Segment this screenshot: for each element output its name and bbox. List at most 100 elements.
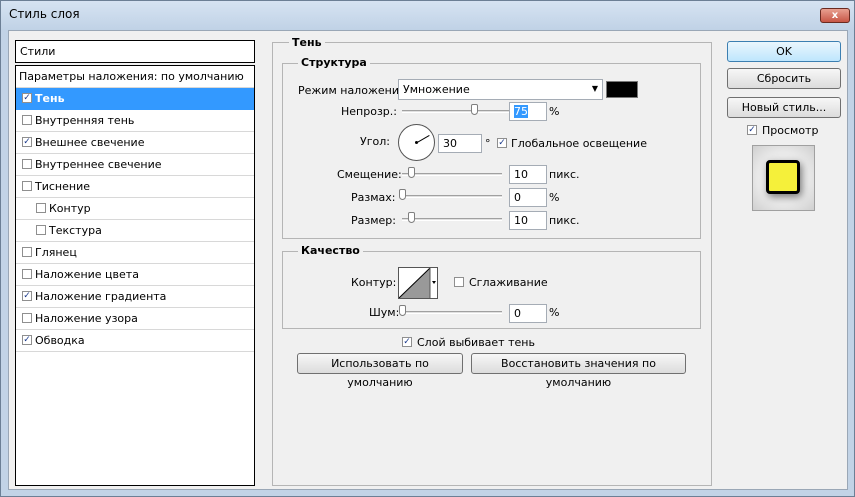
structure-title: Структура [298,56,370,69]
styles-header[interactable]: Стили [15,40,255,63]
style-item-texture[interactable]: Текстура [16,220,254,242]
style-label-contour: Контур [49,202,91,215]
blend-mode-select[interactable]: Умножение ▼ [398,79,603,100]
knockout-label: Слой выбивает тень [417,336,535,349]
blend-options-label: Параметры наложения: по умолчанию [19,70,244,83]
style-item-contour[interactable]: Контур [16,198,254,220]
global-light-label: Глобальное освещение [511,137,647,150]
style-checkbox-drop-shadow[interactable]: ✓ [22,93,32,103]
angle-unit: ° [485,137,491,150]
style-label-inner-glow: Внутреннее свечение [35,158,162,171]
size-input[interactable]: 10 [509,211,547,230]
opacity-label: Непрозр.: [341,105,397,118]
distance-input[interactable]: 10 [509,165,547,184]
blend-mode-label: Режим наложения: [298,84,410,97]
style-item-stroke[interactable]: ✓ Обводка [16,330,254,352]
size-slider[interactable] [402,218,502,221]
size-unit: пикс. [549,214,580,227]
ok-button[interactable]: OK [727,41,841,62]
style-checkbox-outer-glow[interactable]: ✓ [22,137,32,147]
preview-checkbox[interactable]: ✓ [747,125,757,135]
distance-unit: пикс. [549,168,580,181]
style-label-outer-glow: Внешнее свечение [35,136,145,149]
style-checkbox-contour[interactable] [36,203,46,213]
style-checkbox-color-overlay[interactable] [22,269,32,279]
angle-dot [415,141,418,144]
global-light-checkbox[interactable]: ✓ [497,138,507,148]
spread-slider[interactable] [402,195,502,198]
quality-title: Качество [298,244,363,257]
dialog-body: Стили Параметры наложения: по умолчанию … [8,30,848,490]
reset-button[interactable]: Сбросить [727,68,841,89]
opacity-input[interactable]: 75 [509,102,547,121]
distance-label: Смещение: [337,168,402,181]
contour-curve-icon [398,267,436,299]
style-item-color-overlay[interactable]: Наложение цвета [16,264,254,286]
antialias-checkbox[interactable] [454,277,464,287]
style-item-bevel-emboss[interactable]: Тиснение [16,176,254,198]
distance-slider[interactable] [402,173,502,176]
preview-label: Просмотр [762,124,819,137]
reset-default-button[interactable]: Восстановить значения по умолчанию [471,353,686,389]
style-checkbox-inner-shadow[interactable] [22,115,32,125]
style-label-color-overlay: Наложение цвета [35,268,139,281]
make-default-button[interactable]: Использовать по умолчанию [297,353,463,389]
noise-slider-thumb[interactable] [399,305,406,316]
style-item-inner-shadow[interactable]: Внутренняя тень [16,110,254,132]
angle-needle [417,135,430,143]
style-checkbox-satin[interactable] [22,247,32,257]
style-checkbox-inner-glow[interactable] [22,159,32,169]
style-label-pattern-overlay: Наложение узора [35,312,138,325]
style-item-satin[interactable]: Глянец [16,242,254,264]
style-checkbox-gradient-overlay[interactable]: ✓ [22,291,32,301]
size-slider-thumb[interactable] [408,212,415,223]
angle-dial[interactable] [398,124,435,161]
shadow-group-title: Тень [289,36,325,49]
size-label: Размер: [351,214,396,227]
chevron-down-icon: ▼ [591,84,598,93]
distance-slider-thumb[interactable] [408,167,415,178]
style-item-gradient-overlay[interactable]: ✓ Наложение градиента [16,286,254,308]
spread-label: Размах: [351,191,396,204]
style-checkbox-bevel-emboss[interactable] [22,181,32,191]
style-item-pattern-overlay[interactable]: Наложение узора [16,308,254,330]
style-checkbox-stroke[interactable]: ✓ [22,335,32,345]
style-preview [752,145,815,211]
noise-unit: % [549,306,560,319]
contour-label: Контур: [351,276,397,289]
noise-slider[interactable] [402,311,502,314]
noise-label: Шум: [369,306,400,319]
knockout-checkbox[interactable]: ✓ [402,337,412,347]
opacity-unit: % [549,105,560,118]
style-item-inner-glow[interactable]: Внутреннее свечение [16,154,254,176]
style-checkbox-pattern-overlay[interactable] [22,313,32,323]
style-label-inner-shadow: Внутренняя тень [35,114,135,127]
contour-picker[interactable] [398,267,438,299]
opacity-slider-thumb[interactable] [471,104,478,115]
style-label-drop-shadow: Тень [35,92,65,105]
style-label-stroke: Обводка [35,334,85,347]
blend-options-item[interactable]: Параметры наложения: по умолчанию [16,66,254,88]
style-label-satin: Глянец [35,246,77,259]
style-item-outer-glow[interactable]: ✓ Внешнее свечение [16,132,254,154]
new-style-button[interactable]: Новый стиль... [727,97,841,118]
opacity-slider[interactable] [402,110,510,113]
spread-input[interactable]: 0 [509,188,547,207]
preview-swatch [766,160,800,194]
noise-input[interactable]: 0 [509,304,547,323]
title-bar[interactable]: Стиль слоя x [1,1,854,30]
spread-slider-thumb[interactable] [399,189,406,200]
shadow-color-swatch[interactable] [606,81,638,98]
angle-input[interactable]: 30 [438,134,482,153]
style-checkbox-texture[interactable] [36,225,46,235]
style-label-gradient-overlay: Наложение градиента [35,290,167,303]
styles-header-label: Стили [20,45,56,58]
blend-mode-value: Умножение [403,83,470,96]
quality-group [282,251,701,329]
window-title: Стиль слоя [9,7,80,21]
close-button[interactable]: x [820,8,850,23]
antialias-label: Сглаживание [469,276,548,289]
style-label-texture: Текстура [49,224,102,237]
layer-style-dialog: Стиль слоя x Стили Параметры наложения: … [0,0,855,497]
style-item-drop-shadow[interactable]: ✓ Тень [16,88,254,110]
